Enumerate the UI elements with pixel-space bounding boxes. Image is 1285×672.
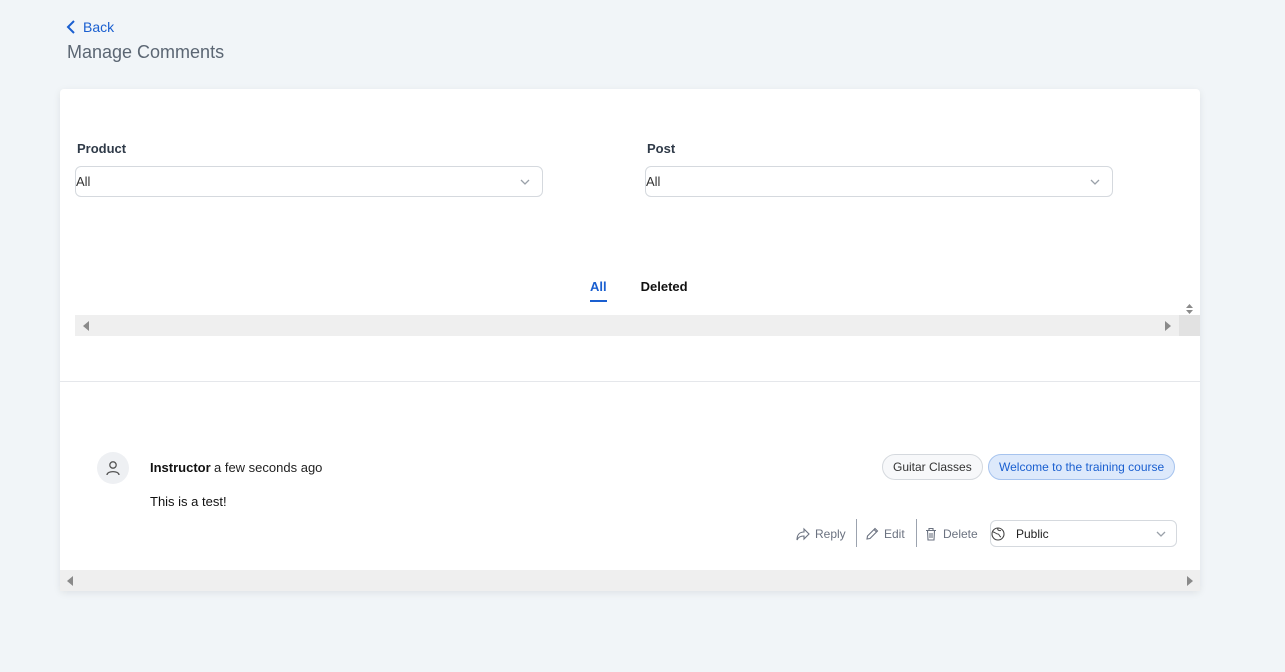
comment-author: Instructor: [150, 460, 211, 475]
chevron-down-icon: [1156, 531, 1166, 537]
visibility-select[interactable]: Public: [990, 520, 1177, 547]
post-filter-label: Post: [647, 141, 676, 156]
vertical-scrollbar-thumb[interactable]: [1179, 315, 1200, 336]
tab-deleted[interactable]: Deleted: [641, 279, 688, 302]
post-select[interactable]: All: [645, 166, 1113, 197]
sort-arrows-icon[interactable]: [1185, 303, 1194, 315]
inner-horizontal-scrollbar[interactable]: [75, 315, 1179, 336]
delete-button[interactable]: Delete: [924, 525, 978, 543]
post-tag[interactable]: Welcome to the training course: [988, 454, 1176, 480]
chevron-left-icon: [66, 20, 75, 34]
back-link[interactable]: Back: [66, 19, 114, 35]
action-divider: [916, 519, 917, 547]
edit-label: Edit: [884, 527, 905, 541]
section-divider: [60, 381, 1200, 382]
post-select-value: All: [646, 174, 661, 189]
page-title: Manage Comments: [67, 42, 225, 62]
reply-label: Reply: [815, 527, 846, 541]
horizontal-scrollbar[interactable]: [60, 570, 1200, 591]
visibility-value: Public: [1016, 527, 1049, 541]
pencil-icon: [866, 527, 879, 540]
chevron-down-icon: [1090, 179, 1100, 185]
reply-button[interactable]: Reply: [796, 525, 846, 543]
user-icon: [106, 461, 120, 476]
comment-text: This is a test!: [150, 494, 227, 509]
product-tag[interactable]: Guitar Classes: [882, 454, 983, 480]
comment-timestamp: a few seconds ago: [214, 460, 323, 475]
comments-card: Product All Post All All Deleted Instruc…: [60, 89, 1200, 591]
comment-tabs: All Deleted: [590, 279, 688, 302]
edit-button[interactable]: Edit: [865, 525, 905, 543]
product-select-value: All: [76, 174, 91, 189]
trash-icon: [926, 527, 936, 541]
scroll-left-arrow-icon[interactable]: [83, 321, 89, 331]
scroll-left-arrow-icon[interactable]: [67, 576, 73, 586]
back-label: Back: [83, 19, 115, 35]
scroll-right-arrow-icon[interactable]: [1187, 576, 1193, 586]
action-divider: [856, 519, 857, 547]
product-select[interactable]: All: [75, 166, 543, 197]
avatar: [97, 452, 129, 484]
reply-icon: [796, 527, 810, 541]
product-filter-label: Product: [77, 141, 127, 156]
scroll-right-arrow-icon[interactable]: [1165, 321, 1171, 331]
delete-label: Delete: [943, 527, 978, 541]
chevron-down-icon: [520, 179, 530, 185]
globe-icon: [991, 527, 1005, 541]
tab-all[interactable]: All: [590, 279, 607, 302]
